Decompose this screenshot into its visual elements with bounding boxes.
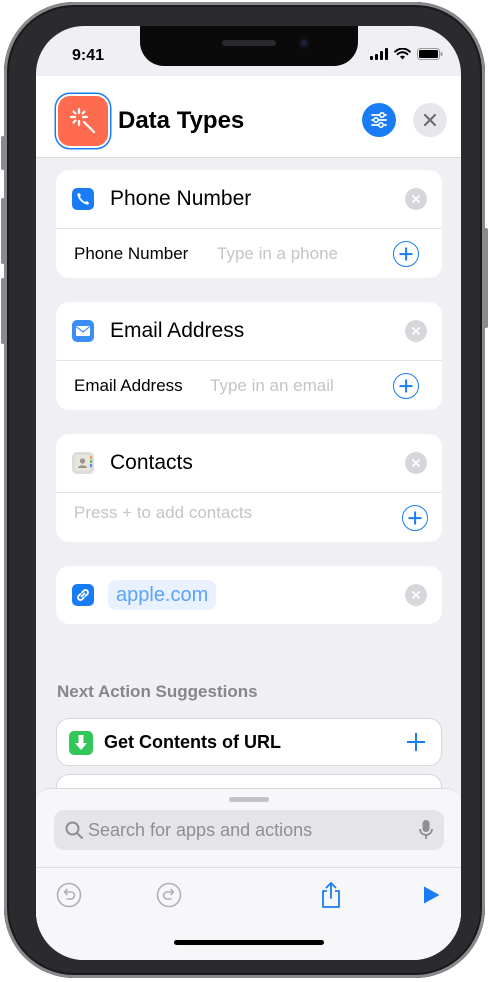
undo-button[interactable] xyxy=(54,880,84,910)
home-indicator[interactable] xyxy=(174,940,324,945)
notch xyxy=(140,26,358,66)
speaker xyxy=(222,40,276,46)
contacts-row: Press + to add contacts xyxy=(56,492,442,542)
link-icon xyxy=(72,584,94,606)
wifi-icon xyxy=(394,48,411,60)
suggestions-header: Next Action Suggestions xyxy=(57,682,258,701)
volume-down-button xyxy=(1,278,5,344)
search-bar[interactable] xyxy=(54,810,444,850)
card-title: Contacts xyxy=(110,451,193,474)
field-label: Email Address xyxy=(74,376,183,395)
screen: 9:41 Data Types Phone Number Phone Numbe… xyxy=(36,26,461,960)
search-input[interactable] xyxy=(88,810,398,850)
undo-icon xyxy=(56,882,82,908)
close-icon xyxy=(423,113,437,127)
status-time: 9:41 xyxy=(72,47,105,64)
remove-action-button[interactable] xyxy=(405,452,427,474)
add-phone-button[interactable] xyxy=(393,241,419,267)
add-contact-button[interactable] xyxy=(402,505,428,531)
phone-frame: 9:41 Data Types Phone Number Phone Numbe… xyxy=(1,2,488,978)
clear-icon xyxy=(412,195,420,203)
settings-button[interactable] xyxy=(362,103,396,137)
phone-icon xyxy=(72,188,94,210)
card-header: Phone Number xyxy=(56,170,442,228)
shortcut-icon[interactable] xyxy=(58,96,108,146)
url-value-token[interactable]: apple.com xyxy=(108,580,217,610)
magic-wand-icon xyxy=(69,107,96,134)
download-icon xyxy=(69,731,93,755)
action-search-sheet xyxy=(36,788,461,960)
editor-toolbar xyxy=(36,867,461,921)
run-button[interactable] xyxy=(416,880,446,910)
card-header: Email Address xyxy=(56,302,442,360)
suggestion-get-contents-of-url[interactable]: Get Contents of URL xyxy=(56,718,442,766)
card-header: apple.com xyxy=(56,566,442,624)
redo-icon xyxy=(156,882,182,908)
microphone-icon[interactable] xyxy=(418,819,434,841)
redo-button[interactable] xyxy=(154,880,184,910)
field-label: Phone Number xyxy=(74,244,189,263)
add-email-button[interactable] xyxy=(393,373,419,399)
sheet-grabber[interactable] xyxy=(229,797,269,802)
card-header: Contacts xyxy=(56,434,442,492)
clear-icon xyxy=(412,591,420,599)
url-action-card: apple.com xyxy=(56,566,442,624)
phone-number-action-card: Phone Number Phone Number Type in a phon… xyxy=(56,170,442,278)
mail-icon xyxy=(72,320,94,342)
remove-action-button[interactable] xyxy=(405,584,427,606)
shortcut-header: Data Types xyxy=(36,76,461,158)
email-address-action-card: Email Address Email Address Type in an e… xyxy=(56,302,442,410)
close-button[interactable] xyxy=(413,103,447,137)
contacts-icon xyxy=(72,452,94,474)
add-suggestion-button[interactable] xyxy=(403,729,429,755)
card-title: Email Address xyxy=(110,319,245,342)
contacts-action-card: Contacts Press + to add contacts xyxy=(56,434,442,542)
power-button xyxy=(484,228,488,328)
battery-icon xyxy=(417,48,443,60)
sliders-icon xyxy=(371,112,387,128)
share-button[interactable] xyxy=(316,880,346,910)
silent-switch xyxy=(1,136,5,170)
remove-action-button[interactable] xyxy=(405,188,427,210)
email-address-input[interactable]: Type in an email xyxy=(210,376,334,396)
clear-icon xyxy=(412,459,420,467)
shortcut-title[interactable]: Data Types xyxy=(118,107,244,135)
suggestion-label: Get Contents of URL xyxy=(104,732,281,752)
phone-number-input[interactable]: Type in a phone xyxy=(217,244,338,264)
play-icon xyxy=(424,886,440,904)
phone-number-row: Phone Number Type in a phone xyxy=(56,228,442,278)
email-address-row: Email Address Type in an email xyxy=(56,360,442,410)
front-camera xyxy=(298,37,310,49)
cellular-signal-icon xyxy=(370,48,388,60)
search-icon xyxy=(65,821,83,839)
contacts-placeholder[interactable]: Press + to add contacts xyxy=(74,503,252,523)
card-title: Phone Number xyxy=(110,187,252,210)
share-icon xyxy=(322,882,340,908)
clear-icon xyxy=(412,327,420,335)
remove-action-button[interactable] xyxy=(405,320,427,342)
status-icons xyxy=(370,48,443,60)
volume-up-button xyxy=(1,198,5,264)
